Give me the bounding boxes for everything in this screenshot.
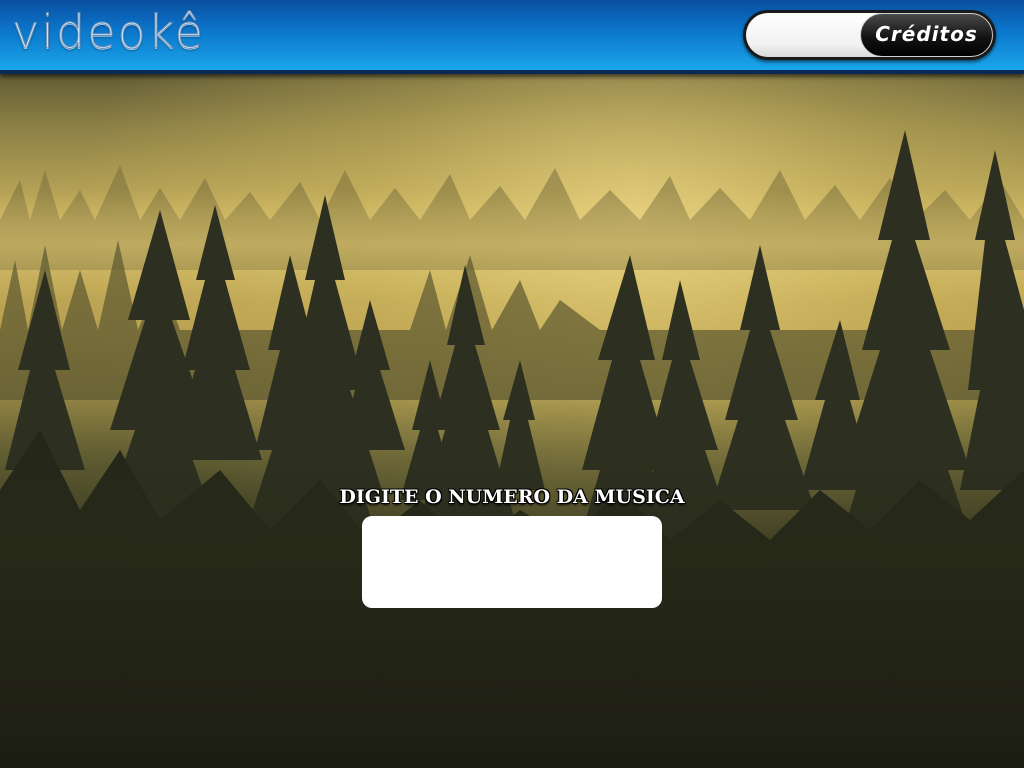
credits-button[interactable]: Créditos [860, 13, 993, 57]
song-number-input[interactable] [362, 516, 662, 608]
app-logo: videokê [12, 5, 205, 60]
credits-panel: Créditos [743, 10, 996, 60]
header-bar: videokê Créditos [0, 0, 1024, 74]
background-forest-image [0, 70, 1024, 768]
song-number-prompt: DIGITE O NUMERO DA MUSICA [339, 486, 685, 508]
